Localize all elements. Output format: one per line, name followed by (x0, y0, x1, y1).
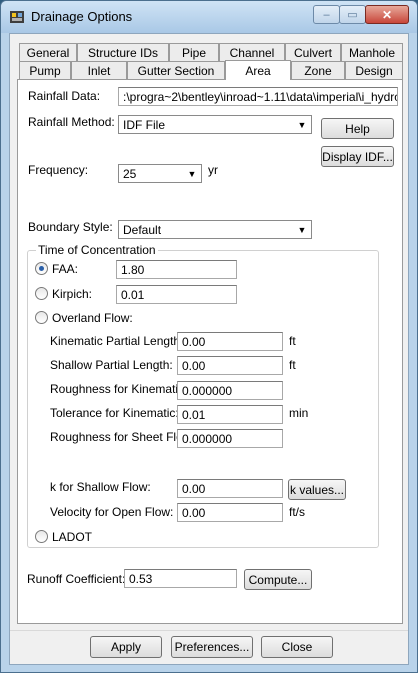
roughness-kinematic-field[interactable]: 0.000000 (177, 381, 283, 400)
dialog-body: General Structure IDs Pipe Channel Culve… (9, 33, 409, 665)
footer-divider (10, 630, 408, 631)
k-shallow-flow-label: k for Shallow Flow: (50, 480, 151, 494)
rainfall-method-value: IDF File (123, 118, 165, 132)
roughness-sheet-flow-field[interactable]: 0.000000 (177, 429, 283, 448)
rainfall-data-label: Rainfall Data: (28, 89, 101, 103)
runoff-coefficient-field[interactable]: 0.53 (124, 569, 237, 588)
overland-flow-radio[interactable] (35, 311, 48, 324)
velocity-open-flow-label: Velocity for Open Flow: (50, 505, 174, 519)
tab-area[interactable]: Area (225, 60, 291, 80)
tab-pump[interactable]: Pump (19, 61, 71, 79)
frequency-label: Frequency: (28, 163, 89, 177)
tab-channel[interactable]: Channel (219, 43, 285, 61)
chevron-down-icon: ▼ (187, 169, 197, 179)
boundary-style-value: Default (123, 223, 162, 237)
minimize-button[interactable]: – (313, 5, 340, 24)
kinematic-partial-length-unit: ft (289, 334, 296, 348)
window-title: Drainage Options (31, 9, 133, 24)
overland-flow-label: Overland Flow: (52, 311, 133, 325)
tab-inlet[interactable]: Inlet (71, 61, 127, 79)
shallow-partial-length-label: Shallow Partial Length: (50, 358, 173, 372)
roughness-sheet-flow-label: Roughness for Sheet Flow: (50, 430, 195, 444)
tab-manhole[interactable]: Manhole (341, 43, 403, 61)
rainfall-method-select[interactable]: IDF File ▼ (118, 115, 312, 134)
tab-pipe[interactable]: Pipe (169, 43, 219, 61)
tab-general[interactable]: General (19, 43, 77, 61)
chevron-down-icon: ▼ (297, 120, 307, 130)
faa-label: FAA: (52, 262, 79, 276)
boundary-style-label: Boundary Style: (28, 220, 113, 234)
apply-button[interactable]: Apply (90, 636, 162, 658)
kirpich-radio[interactable] (35, 287, 48, 300)
k-shallow-flow-field[interactable]: 0.00 (177, 479, 283, 498)
velocity-open-flow-field[interactable]: 0.00 (177, 503, 283, 522)
close-button[interactable]: Close (261, 636, 333, 658)
maximize-button[interactable]: ▭ (339, 5, 366, 24)
close-window-button[interactable]: ✕ (365, 5, 409, 24)
time-of-concentration-title: Time of Concentration (36, 243, 158, 257)
faa-field[interactable]: 1.80 (116, 260, 237, 279)
kirpich-field[interactable]: 0.01 (116, 285, 237, 304)
velocity-open-flow-unit: ft/s (289, 505, 306, 519)
faa-radio[interactable] (35, 262, 48, 275)
shallow-partial-length-unit: ft (289, 358, 296, 372)
kinematic-partial-length-field[interactable]: 0.00 (177, 332, 283, 351)
ladot-radio[interactable] (35, 530, 48, 543)
title-bar[interactable]: Drainage Options – ▭ ✕ (1, 1, 417, 33)
frequency-unit: yr (208, 163, 218, 177)
tab-zone[interactable]: Zone (291, 61, 345, 79)
rainfall-data-field[interactable]: :\progra~2\bentley\inroad~1.11\data\impe… (118, 87, 398, 106)
minimize-icon: – (323, 8, 330, 21)
roughness-kinematic-label: Roughness for Kinematic: (50, 382, 188, 396)
k-values-button[interactable]: k values... (288, 479, 346, 500)
runoff-coefficient-label: Runoff Coefficient: (27, 572, 126, 586)
tolerance-kinematic-unit: min (289, 406, 309, 420)
maximize-icon: ▭ (347, 9, 358, 21)
app-icon (10, 11, 24, 23)
display-idf-button[interactable]: Display IDF... (321, 146, 394, 167)
shallow-partial-length-field[interactable]: 0.00 (177, 356, 283, 375)
tab-culvert[interactable]: Culvert (285, 43, 341, 61)
frequency-value: 25 (123, 167, 137, 181)
close-icon: ✕ (381, 7, 393, 22)
tab-design[interactable]: Design (345, 61, 403, 79)
tolerance-kinematic-label: Tolerance for Kinematic: (50, 406, 179, 420)
kirpich-label: Kirpich: (52, 287, 93, 301)
help-button[interactable]: Help (321, 118, 394, 139)
kinematic-partial-length-label: Kinematic Partial Length: (50, 334, 184, 348)
preferences-button[interactable]: Preferences... (171, 636, 253, 658)
frequency-select[interactable]: 25 ▼ (118, 164, 202, 183)
tab-gutter-section[interactable]: Gutter Section (127, 61, 225, 79)
compute-button[interactable]: Compute... (244, 569, 312, 590)
tab-structure-ids[interactable]: Structure IDs (77, 43, 169, 61)
radio-selected-dot (39, 266, 44, 271)
rainfall-method-label: Rainfall Method: (28, 115, 115, 129)
chevron-down-icon: ▼ (297, 225, 307, 235)
ladot-label: LADOT (52, 530, 93, 544)
tolerance-kinematic-field[interactable]: 0.01 (177, 405, 283, 424)
boundary-style-select[interactable]: Default ▼ (118, 220, 312, 239)
drainage-options-window: Drainage Options – ▭ ✕ General Structure… (0, 0, 418, 673)
